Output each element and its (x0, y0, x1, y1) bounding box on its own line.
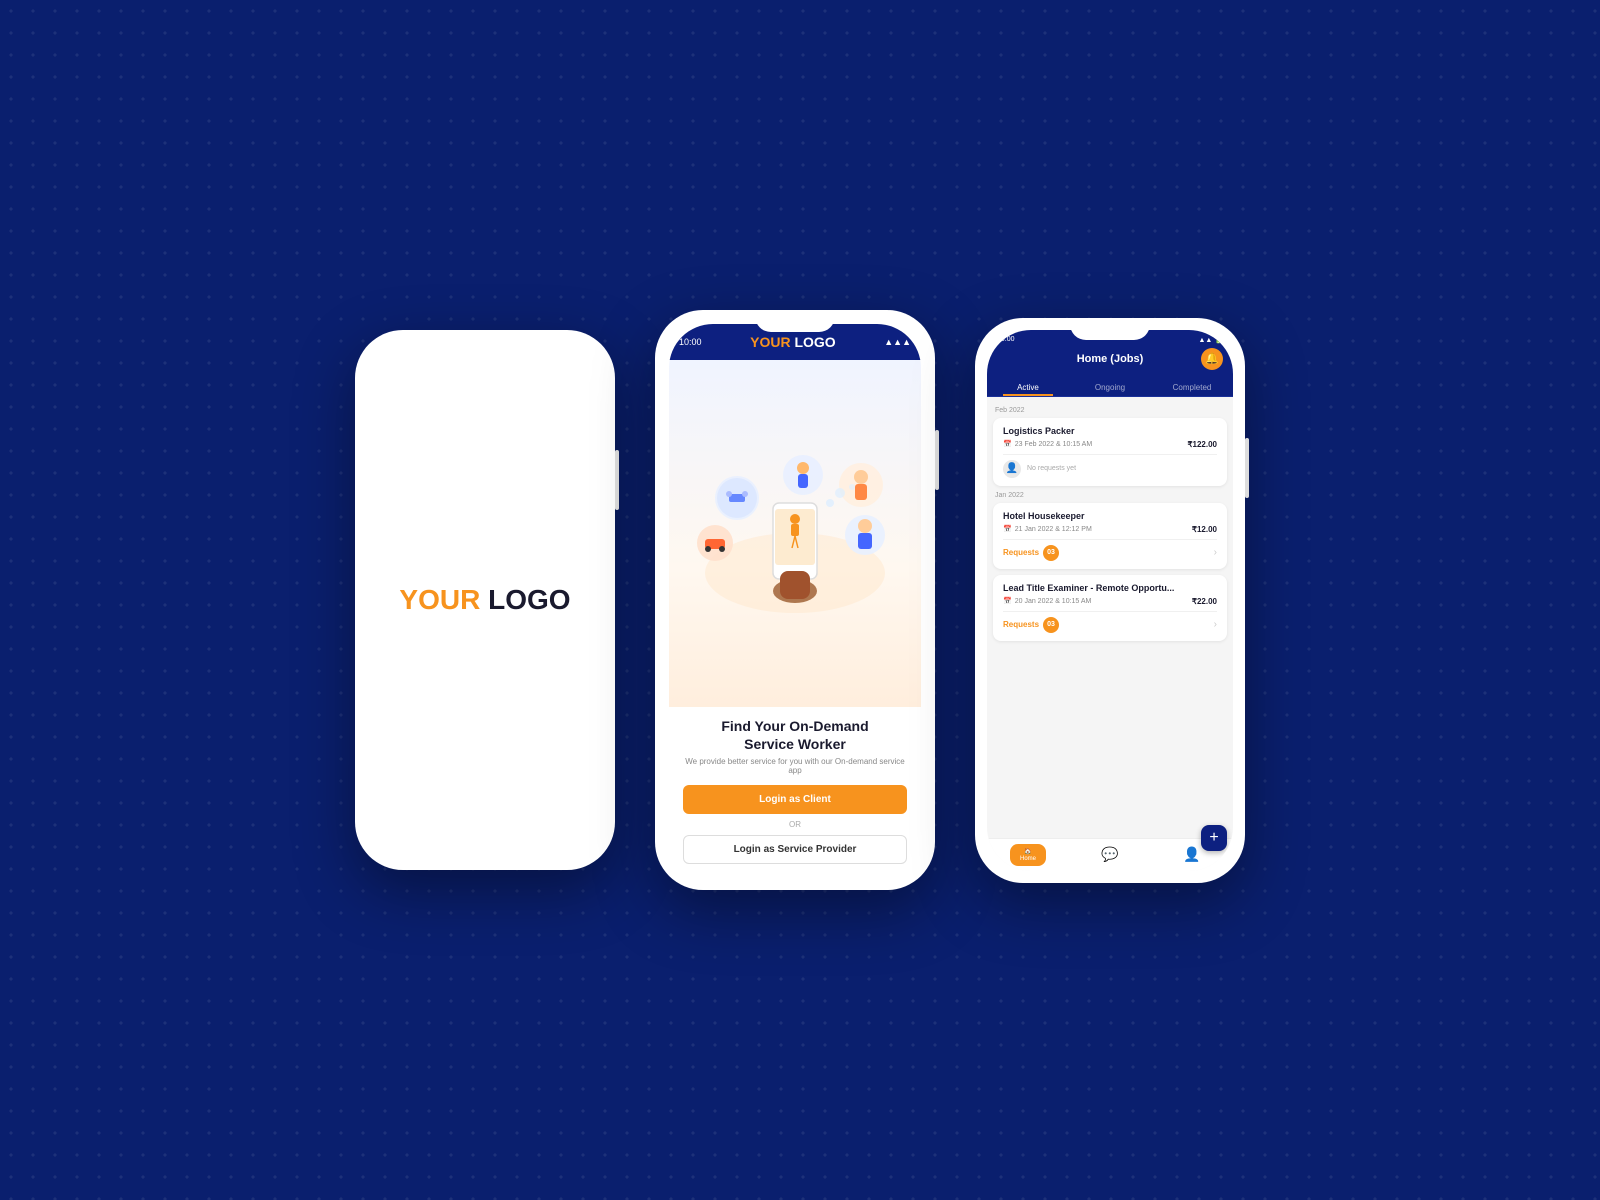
login-as-client-button[interactable]: Login as Client (683, 785, 907, 814)
requests-label-housekeeper: Requests (1003, 548, 1039, 557)
job-date-row-logistics: 📅 23 Feb 2022 & 10:15 AM ₹122.00 (1003, 440, 1217, 449)
phone2-subtitle: We provide better service for you with o… (683, 757, 907, 775)
job-price-logistics: ₹122.00 (1187, 440, 1217, 449)
tab-completed[interactable]: Completed (1151, 378, 1233, 396)
phone3-header: 10:00 ▲▲ 🔋 Home (Jobs) 🔔 (987, 330, 1233, 378)
calendar-icon-3: 📅 (1003, 597, 1012, 605)
phone2-main-title: Find Your On-Demand Service Worker (683, 717, 907, 753)
card-divider-3 (1003, 611, 1217, 612)
card-divider-2 (1003, 539, 1217, 540)
requests-badge-housekeeper: 03 (1043, 545, 1059, 561)
job-title-housekeeper: Hotel Housekeeper (1003, 511, 1217, 521)
phone-2-screen: 10:00 YOUR LOGO ▲▲▲ (669, 324, 921, 876)
avatar-icon: 👤 (1003, 460, 1021, 478)
phone3-signal: ▲▲ 🔋 (1198, 336, 1223, 344)
job-price-housekeeper: ₹12.00 (1192, 525, 1217, 534)
phone-2-landing: 10:00 YOUR LOGO ▲▲▲ (655, 310, 935, 890)
phone-1-screen: YOUR LOGO (369, 344, 601, 856)
login-as-provider-button[interactable]: Login as Service Provider (683, 835, 907, 864)
month-label-feb: Feb 2022 (995, 407, 1227, 414)
nav-messages[interactable]: 💬 (1069, 846, 1151, 863)
fab-add-button[interactable]: + (1201, 825, 1227, 851)
home-icon: 🏠 (1024, 848, 1031, 855)
phone2-illustration (669, 360, 921, 707)
job-title-examiner: Lead Title Examiner - Remote Opportu... (1003, 583, 1217, 593)
job-date-logistics: 📅 23 Feb 2022 & 10:15 AM (1003, 440, 1092, 448)
chevron-right-icon-1: › (1214, 547, 1217, 558)
notification-bell[interactable]: 🔔 (1201, 348, 1223, 370)
requests-badge-examiner: 03 (1043, 617, 1059, 633)
job-date-examiner: 📅 20 Jan 2022 & 10:15 AM (1003, 597, 1091, 605)
job-date-housekeeper: 📅 21 Jan 2022 & 12:12 PM (1003, 525, 1092, 533)
job-card-logistics[interactable]: Logistics Packer 📅 23 Feb 2022 & 10:15 A… (993, 418, 1227, 486)
illustration-svg (685, 443, 905, 623)
phones-container: YOUR LOGO 10:00 YOUR LOGO ▲▲▲ (355, 310, 1245, 890)
month-label-jan: Jan 2022 (995, 492, 1227, 499)
card-divider (1003, 454, 1217, 455)
job-card-housekeeper[interactable]: Hotel Housekeeper 📅 21 Jan 2022 & 12:12 … (993, 503, 1227, 569)
phone-3-jobs: 10:00 ▲▲ 🔋 Home (Jobs) 🔔 Active Ongoing (975, 318, 1245, 883)
logo-logo-text: LOGO (488, 584, 570, 615)
job-price-examiner: ₹22.00 (1192, 597, 1217, 606)
requests-row-housekeeper: Requests 03 › (1003, 545, 1217, 561)
messages-icon: 💬 (1101, 846, 1118, 863)
calendar-icon: 📅 (1003, 440, 1012, 448)
phone2-bottom: Find Your On-Demand Service Worker We pr… (669, 707, 921, 876)
phone3-screen-title: Home (Jobs) (1019, 353, 1201, 365)
logo-your-text: YOUR (399, 584, 480, 615)
phone3-title-row: Home (Jobs) 🔔 (997, 348, 1223, 370)
phone2-logo-logo: LOGO (794, 334, 835, 350)
calendar-icon-2: 📅 (1003, 525, 1012, 533)
requests-inner: Requests 03 (1003, 545, 1059, 561)
requests-inner-2: Requests 03 (1003, 617, 1059, 633)
phone3-time: 10:00 (997, 336, 1015, 343)
phone-3-screen: 10:00 ▲▲ 🔋 Home (Jobs) 🔔 Active Ongoing (987, 330, 1233, 871)
tab-active[interactable]: Active (987, 378, 1069, 396)
profile-icon: 👤 (1183, 846, 1200, 863)
no-requests-row: 👤 No requests yet (1003, 460, 1217, 478)
nav-home-btn[interactable]: 🏠 Home (1010, 844, 1046, 866)
phone2-signal-icons: ▲▲▲ (884, 337, 911, 347)
phone2-header: 10:00 YOUR LOGO ▲▲▲ (669, 324, 921, 360)
phone3-tabs: Active Ongoing Completed (987, 378, 1233, 397)
job-date-row-housekeeper: 📅 21 Jan 2022 & 12:12 PM ₹12.00 (1003, 525, 1217, 534)
job-card-examiner[interactable]: Lead Title Examiner - Remote Opportu... … (993, 575, 1227, 641)
splash-logo: YOUR LOGO (399, 584, 570, 616)
nav-home[interactable]: 🏠 Home (987, 844, 1069, 866)
or-divider: OR (683, 820, 907, 829)
tab-ongoing[interactable]: Ongoing (1069, 378, 1151, 396)
phone2-logo-your: YOUR (750, 334, 790, 350)
phone3-status-bar: 10:00 ▲▲ 🔋 (997, 336, 1223, 344)
phone2-status-time: 10:00 (679, 337, 702, 347)
phone-1-splash: YOUR LOGO (355, 330, 615, 870)
requests-row-examiner: Requests 03 › (1003, 617, 1217, 633)
job-title-logistics: Logistics Packer (1003, 426, 1217, 436)
requests-label-examiner: Requests (1003, 620, 1039, 629)
job-date-row-examiner: 📅 20 Jan 2022 & 10:15 AM ₹22.00 (1003, 597, 1217, 606)
phone3-jobs-content: Feb 2022 Logistics Packer 📅 23 Feb 2022 … (987, 397, 1233, 838)
chevron-right-icon-2: › (1214, 619, 1217, 630)
phone3-navbar: 🏠 Home 💬 👤 + (987, 838, 1233, 871)
